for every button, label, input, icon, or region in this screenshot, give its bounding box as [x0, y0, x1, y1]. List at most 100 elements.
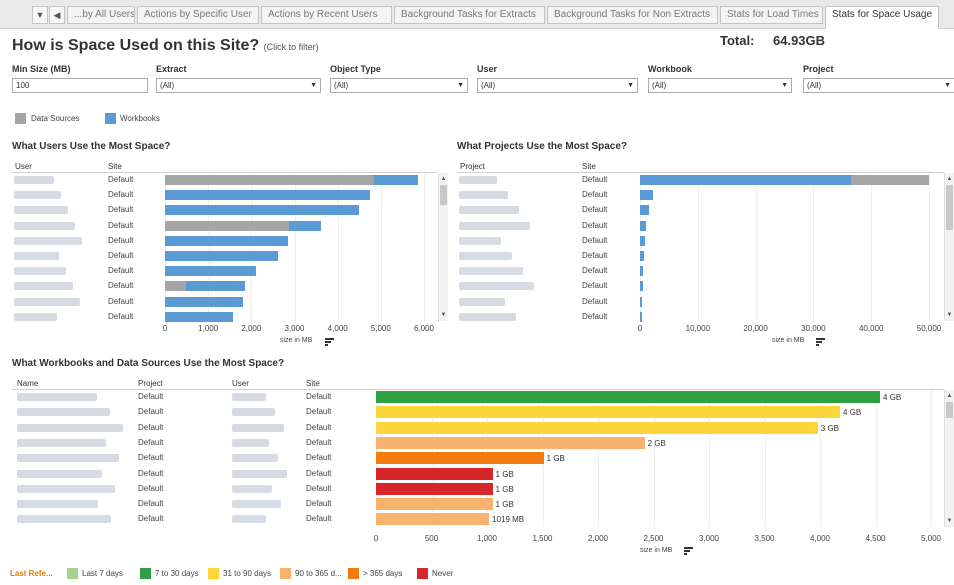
- projects-chart-scrollbar[interactable]: ▲ ▼: [944, 173, 954, 321]
- last-referenced-swatch[interactable]: [140, 568, 151, 579]
- tab-actions-by-specific-user[interactable]: Actions by Specific User: [137, 6, 259, 24]
- workbooks-bar[interactable]: [376, 436, 645, 449]
- workbooks-row-user[interactable]: [232, 438, 269, 447]
- users-bar-workbooks[interactable]: [165, 296, 243, 307]
- last-referenced-swatch[interactable]: [280, 568, 291, 579]
- workbooks-row-name[interactable]: [17, 408, 110, 417]
- tab-menu-button[interactable]: ▼: [32, 6, 48, 24]
- projects-row-name[interactable]: [459, 252, 512, 260]
- object-type-dropdown[interactable]: (All) ▼: [330, 78, 468, 93]
- workbooks-row-user[interactable]: [232, 500, 281, 509]
- scroll-down-icon[interactable]: ▼: [945, 311, 954, 319]
- sort-icon[interactable]: [816, 338, 825, 346]
- last-referenced-label[interactable]: 31 to 90 days: [223, 569, 271, 578]
- workbooks-row-user[interactable]: [232, 469, 287, 478]
- projects-scroll-thumb[interactable]: [946, 185, 953, 230]
- users-bar-workbooks[interactable]: [165, 251, 278, 261]
- projects-bar-workbooks[interactable]: [640, 251, 645, 261]
- projects-row-name[interactable]: [459, 206, 519, 215]
- users-row-name[interactable]: [14, 206, 68, 215]
- last-referenced-label[interactable]: Never: [432, 569, 453, 578]
- min-size-input[interactable]: 100: [12, 78, 148, 93]
- tab-scroll-left-button[interactable]: ◀: [49, 6, 65, 24]
- legend-label-workbooks[interactable]: Workbooks: [120, 114, 160, 123]
- projects-bar-workbooks[interactable]: [640, 220, 647, 231]
- users-bar-workbooks[interactable]: [289, 220, 322, 231]
- users-row-name[interactable]: [14, 297, 80, 306]
- legend-swatch-data-sources[interactable]: [15, 113, 26, 124]
- projects-bar-data-sources[interactable]: [850, 175, 929, 185]
- sort-icon[interactable]: [325, 338, 334, 346]
- tab-by-all-users[interactable]: ...by All Users: [67, 6, 135, 24]
- workbooks-bar[interactable]: [376, 406, 840, 419]
- workbooks-row-name[interactable]: [17, 438, 106, 447]
- last-referenced-label[interactable]: Last 7 days: [82, 569, 123, 578]
- workbooks-bar[interactable]: [376, 513, 490, 526]
- user-dropdown[interactable]: (All) ▼: [477, 78, 638, 93]
- users-row-name[interactable]: [14, 267, 66, 276]
- last-referenced-label[interactable]: 7 to 30 days: [155, 569, 199, 578]
- workbooks-row-name[interactable]: [17, 500, 98, 509]
- workbooks-bar[interactable]: [376, 421, 818, 434]
- workbooks-row-user[interactable]: [232, 423, 284, 432]
- users-row-name[interactable]: [14, 221, 75, 230]
- last-referenced-swatch[interactable]: [348, 568, 359, 579]
- projects-bar-workbooks[interactable]: [640, 311, 642, 322]
- last-referenced-swatch[interactable]: [208, 568, 219, 579]
- scroll-up-icon[interactable]: ▲: [945, 175, 954, 183]
- projects-row-name[interactable]: [459, 191, 508, 200]
- tab-stats-for-load-times[interactable]: Stats for Load Times: [720, 6, 823, 24]
- users-scroll-thumb[interactable]: [440, 185, 447, 205]
- projects-row-name[interactable]: [459, 236, 501, 245]
- workbooks-bar[interactable]: [376, 452, 544, 465]
- projects-row-name[interactable]: [459, 176, 497, 184]
- users-row-name[interactable]: [14, 312, 57, 321]
- users-bar-workbooks[interactable]: [374, 175, 418, 185]
- projects-bar-workbooks[interactable]: [640, 235, 646, 246]
- sort-icon[interactable]: [684, 547, 693, 555]
- users-bar-workbooks[interactable]: [165, 205, 360, 216]
- project-dropdown[interactable]: (All) ▼: [803, 78, 954, 93]
- last-referenced-swatch[interactable]: [67, 568, 78, 579]
- legend-swatch-workbooks[interactable]: [105, 113, 116, 124]
- workbooks-row-user[interactable]: [232, 408, 275, 417]
- projects-bar-workbooks[interactable]: [640, 175, 851, 185]
- users-bar-data-sources[interactable]: [165, 220, 290, 231]
- workbooks-bar[interactable]: [376, 498, 493, 511]
- scroll-up-icon[interactable]: ▲: [945, 392, 954, 400]
- extract-dropdown[interactable]: (All) ▼: [156, 78, 321, 93]
- projects-bar-workbooks[interactable]: [640, 296, 643, 307]
- scroll-up-icon[interactable]: ▲: [439, 175, 448, 183]
- users-row-name[interactable]: [14, 252, 59, 260]
- projects-bar-workbooks[interactable]: [640, 190, 653, 201]
- users-bar-workbooks[interactable]: [165, 190, 371, 201]
- workbooks-bar[interactable]: [376, 482, 493, 495]
- projects-row-name[interactable]: [459, 282, 534, 291]
- workbooks-row-name[interactable]: [17, 484, 115, 493]
- workbooks-row-name[interactable]: [17, 423, 123, 432]
- workbooks-row-name[interactable]: [17, 515, 111, 524]
- users-bar-data-sources[interactable]: [165, 281, 186, 292]
- projects-row-name[interactable]: [459, 312, 516, 321]
- users-row-name[interactable]: [14, 191, 61, 200]
- workbooks-row-user[interactable]: [232, 484, 272, 493]
- workbooks-row-user[interactable]: [232, 454, 278, 463]
- tab-background-tasks-for-non-extracts[interactable]: Background Tasks for Non Extracts: [547, 6, 718, 24]
- users-chart-scrollbar[interactable]: ▲ ▼: [438, 173, 448, 321]
- last-referenced-label[interactable]: > 365 days: [363, 569, 402, 578]
- users-bar-data-sources[interactable]: [165, 175, 375, 185]
- users-row-name[interactable]: [14, 176, 54, 184]
- projects-bar-workbooks[interactable]: [640, 205, 649, 216]
- tab-background-tasks-for-extracts[interactable]: Background Tasks for Extracts: [394, 6, 545, 24]
- workbook-dropdown[interactable]: (All) ▼: [648, 78, 792, 93]
- users-bar-workbooks[interactable]: [165, 266, 256, 277]
- workbooks-row-name[interactable]: [17, 454, 119, 463]
- legend-label-data-sources[interactable]: Data Sources: [31, 114, 79, 123]
- workbooks-row-user[interactable]: [232, 515, 266, 524]
- scroll-down-icon[interactable]: ▼: [439, 311, 448, 319]
- last-referenced-label[interactable]: 90 to 365 d...: [295, 569, 342, 578]
- workbooks-bar[interactable]: [376, 391, 880, 403]
- users-row-name[interactable]: [14, 236, 82, 245]
- tab-actions-by-recent-users[interactable]: Actions by Recent Users: [261, 6, 392, 24]
- projects-row-name[interactable]: [459, 221, 530, 230]
